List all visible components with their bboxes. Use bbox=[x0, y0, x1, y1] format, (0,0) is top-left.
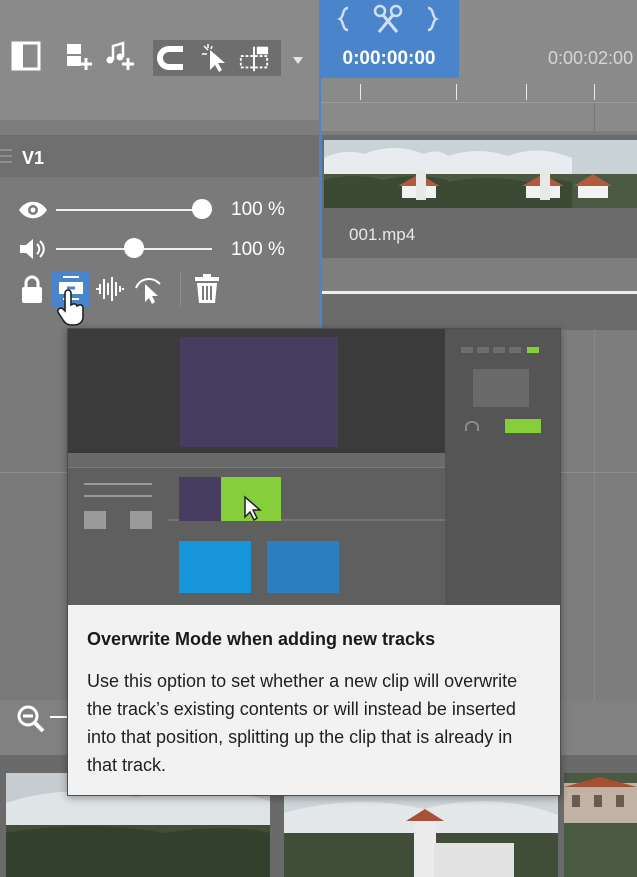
selection-tool-button[interactable] bbox=[198, 42, 230, 74]
trim-icon bbox=[239, 46, 269, 72]
left-brace-icon[interactable] bbox=[337, 6, 351, 32]
playhead-line bbox=[319, 76, 321, 330]
preview-side-panel bbox=[445, 329, 560, 605]
scissors-icon[interactable] bbox=[373, 4, 403, 34]
panel-toggle-button[interactable] bbox=[10, 40, 42, 72]
ruler-strip bbox=[320, 102, 637, 131]
snap-button[interactable] bbox=[156, 42, 188, 74]
speaker-icon[interactable] bbox=[18, 237, 46, 261]
playhead-time: 0:00:00:00 bbox=[342, 48, 436, 69]
add-video-track-icon bbox=[67, 44, 92, 70]
volume-slider-knob[interactable] bbox=[124, 238, 144, 258]
preview-clip-blue-1 bbox=[179, 541, 251, 593]
add-audio-track-icon bbox=[106, 41, 134, 70]
preview-clip-blue-2 bbox=[267, 541, 339, 593]
right-brace-icon[interactable] bbox=[425, 6, 439, 32]
visibility-slider-knob[interactable] bbox=[192, 199, 212, 219]
trash-icon[interactable] bbox=[194, 274, 220, 304]
media-thumbnail-3[interactable] bbox=[564, 773, 637, 877]
toolbar-dropdown-button[interactable] bbox=[282, 44, 314, 76]
track-name: V1 bbox=[22, 148, 45, 168]
tooltip-title: Overwrite Mode when adding new tracks bbox=[87, 629, 436, 649]
clip-thumbnail-1 bbox=[324, 140, 448, 208]
ruler-time-label: 0:00:02:00 bbox=[548, 48, 634, 68]
gridline bbox=[594, 330, 595, 700]
audio-wave-icon[interactable] bbox=[94, 274, 126, 304]
drag-handle-icon[interactable] bbox=[0, 147, 14, 165]
preview-cursor-icon bbox=[244, 495, 263, 522]
clip-audio-bar[interactable] bbox=[322, 258, 637, 294]
preview-clip-existing bbox=[179, 477, 221, 521]
timeline-toolbar bbox=[0, 0, 320, 120]
clip-name: 001.mp4 bbox=[349, 225, 416, 244]
track-header[interactable] bbox=[0, 135, 320, 177]
trim-tool-button[interactable] bbox=[238, 42, 270, 74]
tooltip-preview bbox=[68, 329, 560, 605]
clip-volume-line[interactable] bbox=[322, 291, 637, 294]
divider bbox=[180, 272, 181, 306]
zoom-out-icon[interactable] bbox=[16, 704, 46, 734]
clip-thumbnail-2 bbox=[448, 140, 572, 208]
preview-video-frame bbox=[180, 337, 338, 447]
magnet-icon bbox=[157, 46, 183, 70]
curve-cursor-icon[interactable] bbox=[134, 274, 164, 304]
playhead-marker[interactable]: 0:00:00:00 bbox=[319, 0, 459, 78]
visibility-slider-track[interactable] bbox=[56, 209, 206, 211]
panel-icon bbox=[11, 41, 41, 71]
add-audio-track-button[interactable] bbox=[104, 40, 136, 72]
volume-percent: 100 % bbox=[231, 239, 285, 260]
hand-pointer-icon bbox=[57, 289, 84, 326]
add-video-track-button[interactable] bbox=[64, 40, 96, 72]
selection-cursor-icon bbox=[202, 44, 225, 72]
visibility-percent: 100 % bbox=[231, 199, 285, 220]
lock-icon[interactable] bbox=[20, 274, 44, 304]
clip-thumbnail-3 bbox=[572, 140, 637, 208]
eye-icon[interactable] bbox=[18, 199, 48, 221]
tooltip-body: Use this option to set whether a new cli… bbox=[87, 671, 518, 775]
tooltip-overwrite-mode: Overwrite Mode when adding new tracks Us… bbox=[67, 328, 561, 796]
dropdown-arrow-icon bbox=[293, 57, 303, 64]
